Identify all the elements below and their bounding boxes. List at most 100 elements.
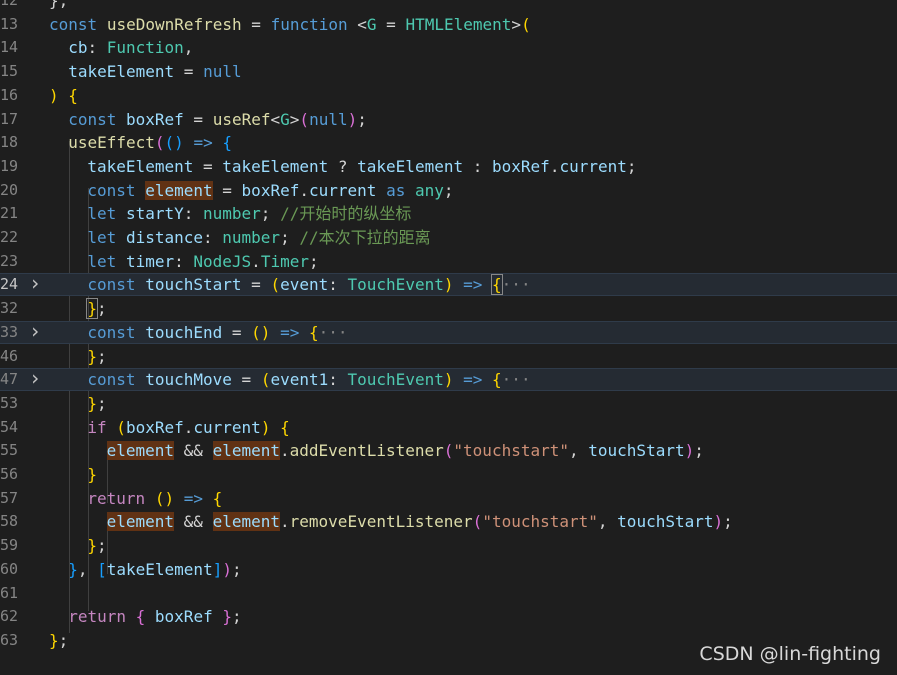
code-text: }; <box>87 392 106 415</box>
code-token: const <box>68 109 117 129</box>
code-text: let startY: number; //开始时的纵坐标 <box>87 202 411 225</box>
code-editor[interactable]: 12}; 13 const useDownRefresh = function <G… <box>0 0 897 675</box>
code-line-47[interactable]: 47 › const touchMove = (event1: TouchEvent… <box>0 368 897 392</box>
code-line-24[interactable]: 24 › const touchStart = (event: TouchEvent… <box>0 273 897 297</box>
code-token: && <box>174 512 213 532</box>
code-token: ( <box>154 133 165 153</box>
code-token: boxRef <box>126 109 184 129</box>
code-token: { <box>135 607 146 627</box>
code-token: ; <box>723 512 733 532</box>
line-number: 33 <box>0 322 18 341</box>
code-line-13[interactable]: 13 const useDownRefresh = function <G = H… <box>0 13 897 36</box>
code-token: . <box>183 417 194 437</box>
code-line-22[interactable]: 22 let distance: number; //本次下拉的距离 <box>0 226 897 249</box>
code-text: const element = boxRef.current as any; <box>87 179 454 202</box>
code-line-15[interactable]: 15 takeElement = null <box>0 60 897 83</box>
code-token: . <box>251 251 261 271</box>
code-token: { <box>491 274 503 296</box>
code-text: return { boxRef }; <box>68 605 241 628</box>
chevron-right-icon[interactable]: › <box>29 368 41 389</box>
code-text: }; <box>87 534 106 557</box>
code-line-55[interactable]: 55 element && element.addEventListener("t… <box>0 439 897 462</box>
code-text: let distance: number; //本次下拉的距离 <box>87 226 430 249</box>
code-token: ; <box>626 156 637 176</box>
code-line-20[interactable]: 20 const element = boxRef.current as any; <box>0 179 897 202</box>
code-token: , <box>597 512 618 532</box>
code-token: useEffect <box>68 133 155 153</box>
line-number: 56 <box>0 465 18 483</box>
line-number: 63 <box>0 630 18 649</box>
code-token: . <box>280 512 290 532</box>
code-line-21[interactable]: 21 let startY: number; //开始时的纵坐标 <box>0 202 897 225</box>
code-token: Function <box>106 38 184 58</box>
code-token: const <box>87 180 136 200</box>
code-line-16[interactable]: 16) { <box>0 84 897 107</box>
code-token: function <box>270 14 348 34</box>
code-token: ; <box>97 536 107 556</box>
code-line-57[interactable]: 57 return () => { <box>0 487 897 510</box>
code-token: > <box>511 14 522 34</box>
code-line-62[interactable]: 62 return { boxRef }; <box>0 605 897 628</box>
code-line-58[interactable]: 58 element && element.removeEventListener… <box>0 510 897 533</box>
code-line-59[interactable]: 59}; <box>0 534 897 557</box>
code-token: } <box>87 393 98 413</box>
code-token: ) <box>347 109 358 129</box>
code-token: ; <box>280 228 300 247</box>
code-token: boxRef <box>125 417 184 437</box>
code-token: } <box>87 536 98 556</box>
code-text: takeElement = null <box>68 60 241 83</box>
code-line-46[interactable]: 46}; <box>0 345 897 368</box>
code-token: () <box>251 322 271 342</box>
line-number: 24 <box>0 275 18 294</box>
code-line-12[interactable]: 12}; <box>0 0 897 12</box>
code-line-18[interactable]: 18 useEffect(() => { <box>0 131 897 154</box>
code-token: return <box>87 488 146 508</box>
code-line-53[interactable]: 53}; <box>0 392 897 415</box>
chevron-right-icon[interactable]: › <box>29 273 41 294</box>
code-token: = <box>376 14 406 34</box>
code-token: ? <box>328 156 358 176</box>
code-token: = <box>212 180 242 200</box>
code-token: ··· <box>501 275 531 295</box>
code-token: { <box>280 417 290 437</box>
code-token: number <box>203 204 261 224</box>
code-token: : <box>87 38 107 58</box>
code-token: ; <box>357 109 367 129</box>
code-token: cb <box>68 38 88 58</box>
line-number: 17 <box>0 109 18 128</box>
code-token: }; <box>49 0 69 10</box>
code-token: : <box>174 251 194 271</box>
code-token: } <box>68 559 78 579</box>
code-token: touchStart <box>617 512 714 532</box>
code-token: && <box>174 441 213 461</box>
code-token: ··· <box>501 370 531 390</box>
code-line-56[interactable]: 56} <box>0 463 897 486</box>
code-token: ( <box>260 370 271 390</box>
code-line-54[interactable]: 54 if (boxRef.current) { <box>0 416 897 439</box>
code-token: ] <box>212 559 223 579</box>
code-token: . <box>549 156 560 176</box>
code-line-17[interactable]: 17 const boxRef = useRef<G>(null); <box>0 108 897 131</box>
code-line-60[interactable]: 60}, [takeElement]); <box>0 558 897 581</box>
code-line-23[interactable]: 23 let timer: NodeJS.Timer; <box>0 250 897 273</box>
code-line-14[interactable]: 14 cb: Function, <box>0 36 897 59</box>
code-token: "touchstart" <box>482 512 598 532</box>
code-token: => <box>193 133 213 153</box>
code-line-61[interactable]: 61 <box>0 582 897 605</box>
line-number: 58 <box>0 512 18 531</box>
code-line-33[interactable]: 33 › const touchEnd = () => {··· <box>0 320 897 344</box>
code-line-19[interactable]: 19 takeElement = takeElement ? takeElemen… <box>0 155 897 178</box>
code-token: touchStart <box>145 275 242 295</box>
code-line-32[interactable]: 32}; <box>0 297 897 320</box>
code-token: any <box>414 180 444 200</box>
code-token: < <box>270 109 281 129</box>
chevron-right-icon[interactable]: › <box>29 320 41 342</box>
